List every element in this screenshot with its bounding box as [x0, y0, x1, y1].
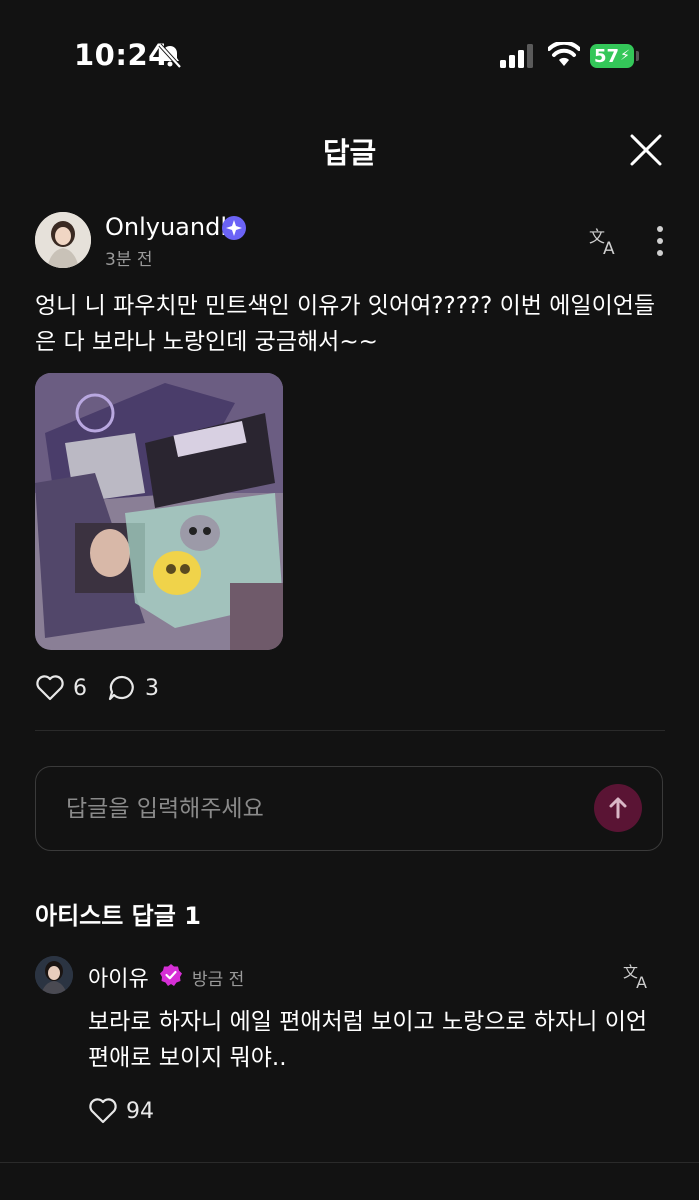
comment-button[interactable]: 3 — [107, 674, 159, 702]
reply-timestamp: 방금 전 — [192, 970, 245, 990]
comment-icon — [108, 675, 134, 701]
reply-composer — [35, 766, 663, 851]
more-options-icon[interactable] — [648, 224, 672, 258]
svg-text:A: A — [603, 239, 615, 256]
avatar-image — [35, 212, 91, 268]
artist-avatar[interactable] — [35, 956, 73, 994]
svg-text:A: A — [636, 973, 647, 990]
like-button[interactable]: 6 — [35, 674, 87, 702]
verified-badge-icon — [222, 216, 246, 240]
cellular-signal-icon — [500, 44, 533, 68]
reply-like-button[interactable]: 94 — [88, 1097, 154, 1125]
translate-icon[interactable]: 文 A — [588, 226, 622, 256]
artist-verified-badge-icon — [160, 964, 182, 986]
artist-avatar-image — [35, 956, 73, 994]
author-name[interactable]: Onlyuandl — [105, 213, 227, 241]
battery-cap — [636, 51, 639, 61]
photo-of-merchandise — [35, 373, 283, 650]
translate-icon[interactable]: 文 A — [622, 962, 654, 990]
post-timestamp: 3분 전 — [105, 250, 153, 270]
heart-icon — [89, 1098, 117, 1124]
bell-muted-icon — [158, 43, 182, 69]
artist-replies-heading: 아티스트 답글 1 — [35, 902, 201, 930]
reply-stats: 94 — [88, 1096, 174, 1126]
reply-input[interactable] — [64, 791, 568, 827]
comment-count: 3 — [145, 675, 159, 701]
reply-like-count: 94 — [126, 1098, 154, 1124]
like-count: 6 — [73, 675, 87, 701]
wifi-icon — [548, 42, 580, 66]
post-image[interactable] — [35, 373, 283, 650]
divider — [35, 730, 665, 731]
arrow-up-icon — [609, 797, 627, 819]
charging-icon: ⚡ — [620, 48, 630, 64]
battery-level: 57 — [594, 45, 620, 67]
status-time: 10:24 — [74, 38, 169, 72]
avatar[interactable] — [35, 212, 91, 268]
send-button[interactable] — [594, 784, 642, 832]
reply-text: 보라로 하자니 에일 편애처럼 보이고 노랑으로 하자니 이언 편애로 보이지 … — [88, 1009, 648, 1071]
heart-icon — [36, 675, 64, 701]
divider — [0, 1162, 699, 1163]
post-text: 엉니 니 파우치만 민트색인 이유가 잇어여????? 이번 에일이언들은 다 … — [35, 293, 656, 355]
artist-name[interactable]: 아이유 — [88, 961, 149, 993]
post-stats: 6 3 — [35, 673, 179, 703]
close-button[interactable] — [624, 128, 668, 172]
battery-indicator: 57 ⚡ — [590, 44, 634, 68]
page-title: 답글 — [322, 136, 377, 170]
